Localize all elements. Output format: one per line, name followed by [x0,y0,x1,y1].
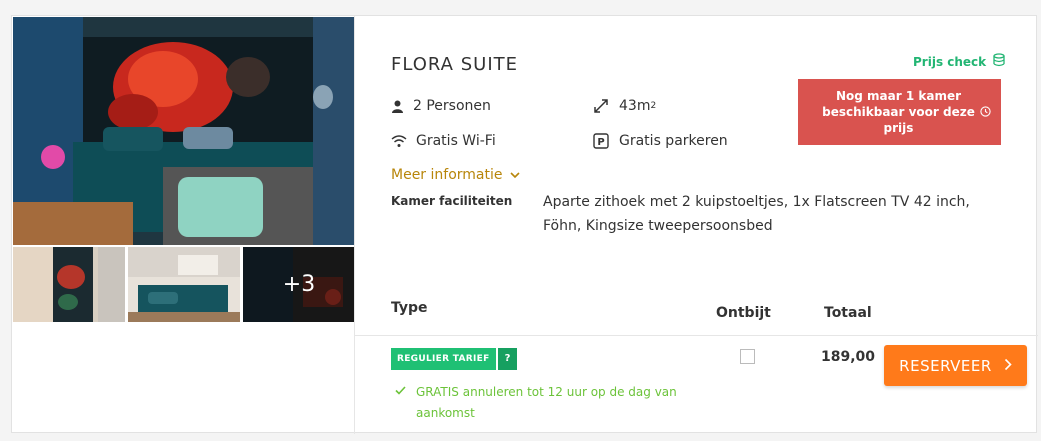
clock-icon [980,105,991,121]
check-icon [395,382,406,403]
reserve-label: RESERVEER [899,356,992,375]
price-check-link[interactable]: Prijs check [913,53,1006,70]
parking-icon: P [593,133,619,149]
parking-label: Gratis parkeren [619,133,728,149]
facilities-value: Aparte zithoek met 2 kuipstoeltjes, 1x F… [543,194,970,234]
feature-wifi: Gratis Wi-Fi [391,133,496,149]
person-icon [391,100,413,113]
breakfast-checkbox[interactable] [740,349,755,364]
more-info-label: Meer informatie [391,167,503,183]
svg-text:P: P [597,137,604,148]
header-breakfast: Ontbijt [716,305,771,321]
header-type: Type [391,300,428,316]
feature-persons: 2 Personen [391,98,491,114]
total-price: 189,00 [821,349,876,365]
gallery-thumb-more[interactable]: +3 [243,247,355,322]
expand-arrows-icon [593,98,619,114]
free-cancellation-text: GRATIS annuleren tot 12 uur op de dag va… [416,385,677,420]
chevron-right-icon [1004,357,1012,375]
availability-alert: Nog maar 1 kamer beschikbaar voor deze p… [798,79,1001,145]
gallery-thumb[interactable] [128,247,240,322]
tariff-tag: REGULIER TARIEF [391,348,496,370]
size-label: 43m [619,98,651,114]
facilities-label: Kamer faciliteiten [391,194,513,208]
header-total: Totaal [824,305,872,321]
room-gallery: +3 [13,17,355,322]
chevron-down-icon [509,167,520,183]
more-photos-count: +3 [243,247,355,322]
persons-label: 2 Personen [413,98,491,114]
reserve-button[interactable]: RESERVEER [884,345,1027,386]
room-card: +3 FLORA SUITE 2 Personen 43m 2 Gratis Wi… [11,15,1038,434]
feature-parking: P Gratis parkeren [593,133,728,149]
size-unit-superscript: 2 [650,101,657,111]
column-divider [354,16,355,434]
feature-size: 43m 2 [593,98,656,114]
price-check-label: Prijs check [913,54,987,69]
gallery-thumb[interactable] [13,247,125,322]
availability-alert-text: Nog maar 1 kamer beschikbaar voor deze p… [822,89,975,135]
wifi-icon [391,134,416,148]
more-info-toggle[interactable]: Meer informatie [391,167,520,183]
table-divider [355,335,1038,336]
wifi-label: Gratis Wi-Fi [416,133,496,149]
coins-icon [992,53,1006,70]
main-room-photo[interactable] [13,17,355,245]
free-cancellation-note: GRATIS annuleren tot 12 uur op de dag va… [395,382,695,424]
tariff-badge: REGULIER TARIEF ? [391,348,518,370]
room-title: FLORA SUITE [391,54,518,75]
tariff-help-button[interactable]: ? [497,348,518,370]
